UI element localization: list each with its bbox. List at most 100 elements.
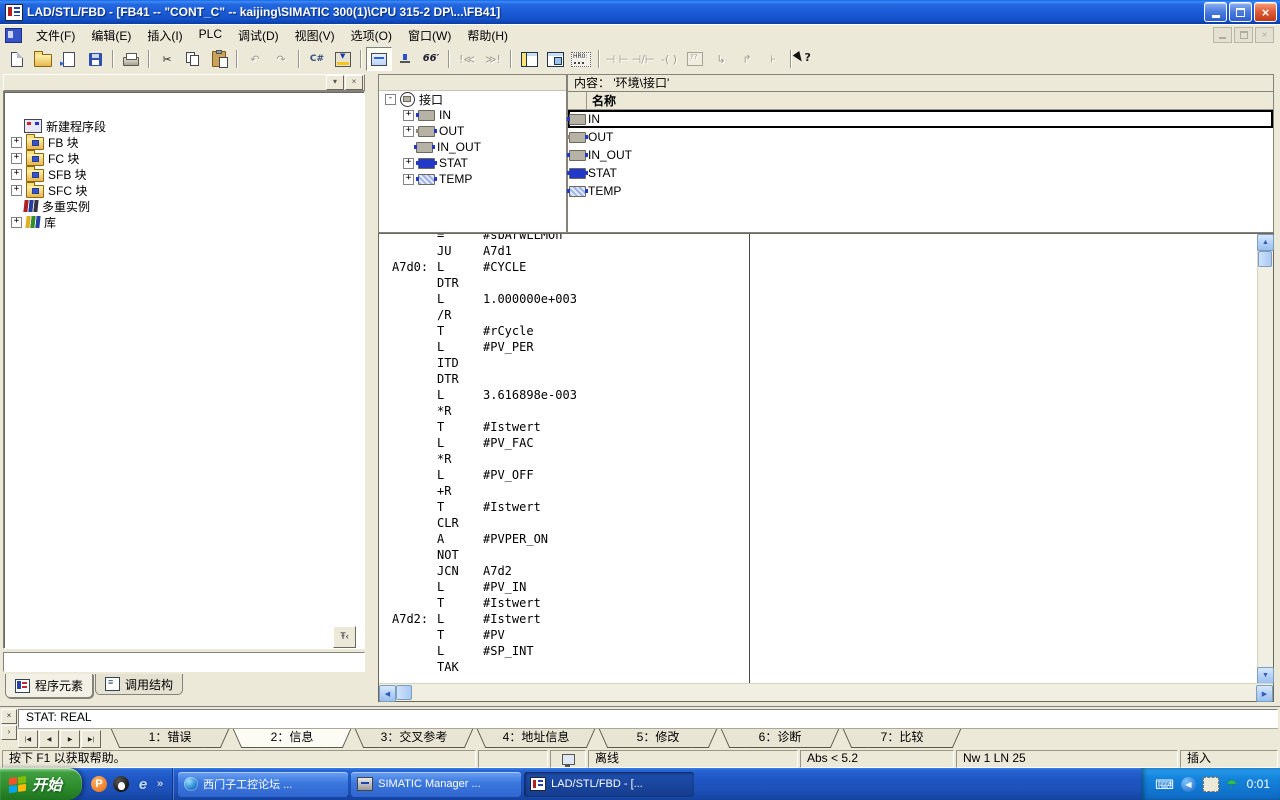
overview-tab[interactable]: 程序元素 (5, 674, 93, 698)
output-close-button[interactable]: × (1, 709, 17, 724)
symbolic-representation-button[interactable]: C# (304, 47, 330, 71)
menu-item[interactable]: PLC (191, 24, 230, 47)
tree-item[interactable]: 新建程序段 (4, 118, 364, 134)
menu-item[interactable]: 窗口(W) (400, 24, 459, 47)
horizontal-scroll-thumb[interactable] (396, 685, 412, 700)
tree-item[interactable]: +FB 块 (4, 134, 364, 150)
connection-button[interactable] (392, 47, 418, 71)
mdi-close-button[interactable]: × (1255, 27, 1274, 43)
variable-row[interactable]: IN_OUT (568, 146, 1273, 164)
keyboard-layout-icon[interactable]: ⌨ (1155, 778, 1174, 791)
taskbar-task[interactable]: LAD/STL/FBD - [... (524, 772, 694, 797)
variable-row[interactable]: STAT (568, 164, 1273, 182)
interface-tree-item[interactable]: +OUT (379, 123, 566, 139)
input-indicator-icon[interactable] (1203, 777, 1219, 792)
help-pointer-button[interactable]: ? (796, 47, 822, 71)
variable-row[interactable]: IN (568, 110, 1273, 128)
download-button[interactable] (330, 47, 356, 71)
expand-toggle[interactable]: + (11, 137, 22, 148)
taskbar-task[interactable]: 西门子工控论坛 ... (178, 772, 348, 797)
insert-network-button[interactable] (568, 47, 594, 71)
expand-toggle[interactable]: + (403, 174, 414, 185)
open-online-button[interactable] (56, 47, 82, 71)
program-elements-tree[interactable]: 新建程序段+FB 块+FC 块+SFB 块+SFC 块多重实例+库 (3, 91, 365, 649)
tree-item[interactable]: 多重实例 (4, 198, 364, 214)
scroll-down-button[interactable]: ▼ (1257, 667, 1274, 684)
expand-toggle[interactable]: + (11, 217, 22, 228)
horizontal-scrollbar[interactable]: ◀ ▶ (379, 683, 1273, 701)
sorter-button[interactable]: Ŧ‹ (333, 626, 356, 648)
expand-toggle[interactable]: + (403, 158, 414, 169)
tree-item[interactable]: +FC 块 (4, 150, 364, 166)
tree-item[interactable]: +SFC 块 (4, 182, 364, 198)
tray-clock[interactable]: 0:01 (1247, 777, 1270, 791)
result-tab[interactable]: 3：交叉参考 (367, 729, 461, 748)
view-overview-button[interactable] (516, 47, 542, 71)
scroll-left-button[interactable]: ◀ (379, 685, 396, 702)
variable-detail-pane[interactable]: 内容： '环境\接口' 名称 INOUTIN_OUTSTATTEMP (567, 74, 1274, 233)
result-tab[interactable]: 4：地址信息 (489, 729, 583, 748)
monitor-glasses-button[interactable]: 66′ (418, 47, 444, 71)
taskbar-task[interactable]: SIMATIC Manager ... (351, 772, 521, 797)
view-detail-button[interactable] (542, 47, 568, 71)
scroll-right-button[interactable]: ▶ (1256, 685, 1273, 702)
expand-toggle[interactable]: + (11, 169, 22, 180)
menu-item[interactable]: 视图(V) (287, 24, 343, 47)
interface-tree-item[interactable]: IN_OUT (379, 139, 566, 155)
interface-tree-item[interactable]: +TEMP (379, 171, 566, 187)
monitor-onoff-button[interactable] (366, 47, 392, 71)
new-document-button[interactable] (4, 47, 30, 71)
interface-tree-pane[interactable]: -接口+IN+OUTIN_OUT+STAT+TEMP (378, 74, 567, 233)
ie-icon[interactable]: e (135, 776, 151, 792)
quick-launch-overflow-icon[interactable]: » (157, 778, 163, 790)
cut-button[interactable]: ✂ (154, 47, 180, 71)
expand-toggle[interactable]: + (403, 126, 414, 137)
panel-dropdown-button[interactable]: ▾ (326, 75, 344, 90)
tab-scroll-button[interactable]: ◀ (39, 730, 59, 748)
print-button[interactable] (118, 47, 144, 71)
mdi-minimize-button[interactable] (1213, 27, 1232, 43)
result-tab[interactable]: 2：信息 (245, 729, 339, 748)
result-tab[interactable]: 7：比较 (855, 729, 949, 748)
expand-toggle[interactable]: + (403, 110, 414, 121)
antivirus-umbrella-icon[interactable]: ☂ (1226, 778, 1238, 791)
close-button[interactable]: × (1254, 2, 1277, 22)
menu-item[interactable]: 选项(O) (343, 24, 400, 47)
menu-item[interactable]: 插入(I) (139, 24, 190, 47)
menu-item[interactable]: 编辑(E) (83, 24, 139, 47)
scroll-up-button[interactable]: ▲ (1257, 234, 1274, 251)
code-editor[interactable]: =#sbArwLLMOnJUA7d1A7d0:L#CYCLEDTRL1.0000… (379, 234, 1258, 684)
result-tab[interactable]: 5：修改 (611, 729, 705, 748)
mdi-restore-button[interactable] (1234, 27, 1253, 43)
overview-tab[interactable]: 调用结构 (95, 674, 183, 695)
expand-toggle[interactable]: - (385, 94, 396, 105)
variable-row[interactable]: TEMP (568, 182, 1273, 200)
tab-scroll-button[interactable]: ▶| (81, 730, 101, 748)
vertical-scroll-thumb[interactable] (1258, 251, 1272, 267)
menu-item[interactable]: 调试(D) (230, 24, 287, 47)
interface-tree-item[interactable]: +STAT (379, 155, 566, 171)
tree-item[interactable]: +SFB 块 (4, 166, 364, 182)
restore-button[interactable] (1229, 2, 1252, 22)
variable-row[interactable]: OUT (568, 128, 1273, 146)
paste-button[interactable] (206, 47, 232, 71)
output-message[interactable]: STAT: REAL (18, 709, 1278, 728)
qq-icon[interactable] (113, 776, 129, 792)
start-button[interactable]: 开始 (0, 768, 82, 800)
expand-toggle[interactable]: + (11, 153, 22, 164)
name-column-header[interactable]: 名称 (587, 92, 616, 109)
menu-item[interactable]: 帮助(H) (459, 24, 516, 47)
interface-tree-item[interactable]: +IN (379, 107, 566, 123)
minimize-button[interactable] (1204, 2, 1227, 22)
panel-close-button[interactable]: × (345, 75, 363, 90)
tab-scroll-button[interactable]: |◀ (18, 730, 38, 748)
result-tab[interactable]: 6：诊断 (733, 729, 827, 748)
hide-icons-chevron[interactable]: ◀ (1181, 777, 1196, 792)
save-button[interactable] (82, 47, 108, 71)
interface-root-row[interactable]: -接口 (379, 91, 566, 107)
tree-item[interactable]: +库 (4, 214, 364, 230)
output-resize-button[interactable]: › (1, 725, 17, 740)
vertical-scrollbar[interactable]: ▲ ▼ (1257, 234, 1273, 684)
mdi-child-icon[interactable] (5, 28, 22, 43)
menu-item[interactable]: 文件(F) (28, 24, 83, 47)
